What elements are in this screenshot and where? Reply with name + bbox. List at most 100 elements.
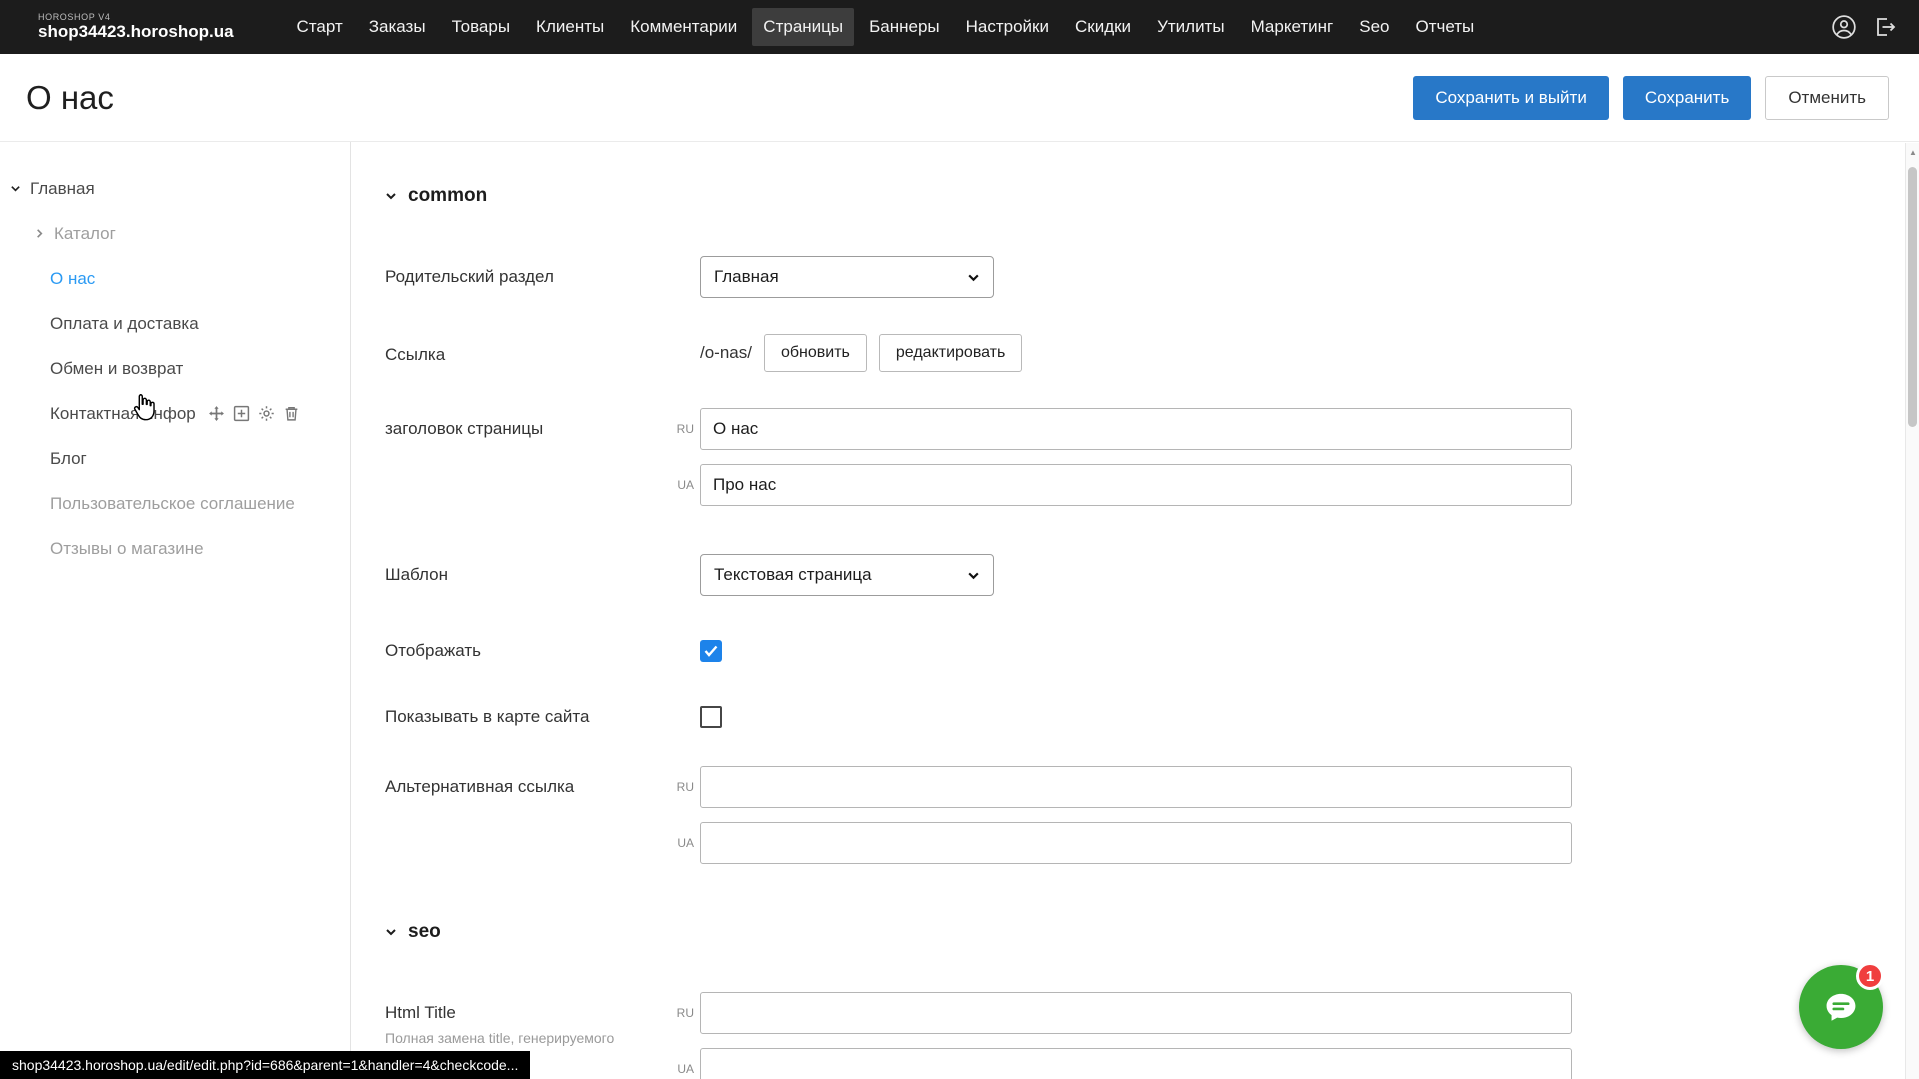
sidebar-item-polzovatelskoe-soglashenie[interactable]: Пользовательское соглашение <box>0 481 350 526</box>
menu-item-discounts[interactable]: Скидки <box>1064 8 1142 46</box>
header-actions: Сохранить и выйти Сохранить Отменить <box>1413 76 1889 120</box>
sidebar-item-katalog[interactable]: Каталог <box>0 211 350 256</box>
chat-unread-badge: 1 <box>1856 962 1884 990</box>
menu-item-utilities[interactable]: Утилиты <box>1146 8 1236 46</box>
sitemap-checkbox[interactable] <box>700 706 722 728</box>
parent-section-row: Родительский раздел Главная <box>385 256 1919 298</box>
top-navbar: HOROSHOP V4 shop34423.horoshop.ua Старт … <box>0 0 1919 54</box>
chevron-down-icon[interactable] <box>10 183 21 194</box>
menu-item-marketing[interactable]: Маркетинг <box>1240 8 1345 46</box>
sidebar-item-label: Отзывы о магазине <box>50 539 204 559</box>
tree-item-actions <box>208 405 300 422</box>
sidebar-item-o-nas[interactable]: О нас <box>0 256 350 301</box>
template-select[interactable]: Текстовая страница <box>700 554 994 596</box>
menu-item-start[interactable]: Старт <box>286 8 354 46</box>
html-title-hint: Полная замена title, генерируемого <box>385 1030 645 1046</box>
scrollbar-up-arrow[interactable]: ▲ <box>1909 148 1917 157</box>
html-title-label-text: Html Title <box>385 1003 700 1023</box>
chevron-down-icon <box>385 190 397 202</box>
alt-link-ru-input[interactable] <box>700 766 1572 808</box>
sidebar-item-label: Пользовательское соглашение <box>50 494 295 514</box>
sidebar-item-obmen-i-vozvrat[interactable]: Обмен и возврат <box>0 346 350 391</box>
menu-item-settings[interactable]: Настройки <box>955 8 1060 46</box>
lang-badge-ua: UA <box>668 478 694 492</box>
menu-item-seo[interactable]: Seo <box>1348 8 1400 46</box>
sidebar-item-oplata-i-dostavka[interactable]: Оплата и доставка <box>0 301 350 346</box>
link-refresh-button[interactable]: обновить <box>764 334 867 372</box>
body-layout: Главная Каталог О нас Оплата и доставка … <box>0 142 1919 1079</box>
sidebar-item-label: Обмен и возврат <box>50 359 183 379</box>
logout-icon[interactable] <box>1873 15 1897 39</box>
template-value: Текстовая страница <box>714 565 872 585</box>
sidebar-item-label: Оплата и доставка <box>50 314 199 334</box>
lang-badge-ua: UA <box>668 1062 694 1076</box>
html-title-ua-input[interactable] <box>700 1048 1572 1079</box>
user-account-icon[interactable] <box>1831 14 1857 40</box>
page-title-ru-input[interactable] <box>700 408 1572 450</box>
cancel-button[interactable]: Отменить <box>1765 76 1889 120</box>
chat-bubble-icon <box>1820 986 1862 1028</box>
sidebar-item-kontaktnaya-infor[interactable]: Контактная инфор <box>0 391 350 436</box>
vertical-scrollbar[interactable]: ▲ <box>1905 143 1919 1079</box>
menu-item-banners[interactable]: Баннеры <box>858 8 951 46</box>
display-label: Отображать <box>385 640 700 662</box>
brand-domain: shop34423.horoshop.ua <box>38 23 234 42</box>
sidebar-item-glavnaya[interactable]: Главная <box>0 166 350 211</box>
chevron-down-icon <box>385 926 397 938</box>
sitemap-label: Показывать в карте сайта <box>385 706 700 728</box>
link-label: Ссылка <box>385 334 700 372</box>
lang-badge-ru: RU <box>668 780 694 794</box>
horoshop-admin-screen: HOROSHOP V4 shop34423.horoshop.ua Старт … <box>0 0 1919 1079</box>
link-preview-statusbar: shop34423.horoshop.ua/edit/edit.php?id=6… <box>0 1051 530 1079</box>
delete-trash-icon[interactable] <box>283 405 300 422</box>
pages-tree-sidebar: Главная Каталог О нас Оплата и доставка … <box>0 142 351 1079</box>
display-checkbox[interactable] <box>700 640 722 662</box>
section-seo-header[interactable]: seo <box>385 920 1919 944</box>
sidebar-item-label: Блог <box>50 449 87 469</box>
menu-item-orders[interactable]: Заказы <box>358 8 437 46</box>
menu-item-clients[interactable]: Клиенты <box>525 8 615 46</box>
save-and-exit-button[interactable]: Сохранить и выйти <box>1413 76 1608 120</box>
alt-link-ua-input[interactable] <box>700 822 1572 864</box>
page-title-row: заголовок страницы RU UA <box>385 408 1919 506</box>
drag-move-icon[interactable] <box>208 405 225 422</box>
alt-link-label: Альтернативная ссылка <box>385 766 700 864</box>
sidebar-item-otzyvy-o-magazine[interactable]: Отзывы о магазине <box>0 526 350 571</box>
chat-launcher-button[interactable]: 1 <box>1799 965 1883 1049</box>
html-title-ru-input[interactable] <box>700 992 1572 1034</box>
link-edit-button[interactable]: редактировать <box>879 334 1022 372</box>
section-common-label: common <box>408 185 487 207</box>
template-label: Шаблон <box>385 554 700 596</box>
add-page-icon[interactable] <box>233 405 250 422</box>
chevron-right-icon[interactable] <box>34 228 45 239</box>
menu-item-pages[interactable]: Страницы <box>752 8 854 46</box>
alt-link-row: Альтернативная ссылка RU UA <box>385 766 1919 864</box>
link-row: Ссылка /o-nas/ обновить редактировать <box>385 334 1919 372</box>
check-icon <box>704 645 718 657</box>
brand-logo[interactable]: HOROSHOP V4 shop34423.horoshop.ua <box>38 13 234 42</box>
sidebar-item-label: Контактная инфор <box>50 404 196 424</box>
sidebar-item-blog[interactable]: Блог <box>0 436 350 481</box>
menu-item-comments[interactable]: Комментарии <box>619 8 748 46</box>
section-common-header[interactable]: common <box>385 184 1919 208</box>
top-menu: Старт Заказы Товары Клиенты Комментарии … <box>286 8 1486 46</box>
page-title-label: заголовок страницы <box>385 408 700 506</box>
parent-section-label: Родительский раздел <box>385 256 700 298</box>
scrollbar-thumb[interactable] <box>1908 167 1917 427</box>
section-seo-label: seo <box>408 921 441 943</box>
menu-item-reports[interactable]: Отчеты <box>1404 8 1485 46</box>
save-button[interactable]: Сохранить <box>1623 76 1751 120</box>
parent-section-value: Главная <box>714 267 779 287</box>
page-header: О нас Сохранить и выйти Сохранить Отмени… <box>0 54 1919 142</box>
topbar-right <box>1831 14 1897 40</box>
page-title-ua-input[interactable] <box>700 464 1572 506</box>
page-edit-form: common Родительский раздел Главная Ссылк… <box>351 142 1919 1079</box>
parent-section-select[interactable]: Главная <box>700 256 994 298</box>
html-title-row: Html Title Полная замена title, генериру… <box>385 992 1919 1079</box>
lang-badge-ru: RU <box>668 1006 694 1020</box>
link-path-value: /o-nas/ <box>700 343 752 363</box>
menu-item-products[interactable]: Товары <box>441 8 521 46</box>
sidebar-item-label: Каталог <box>54 224 116 244</box>
settings-gear-icon[interactable] <box>258 405 275 422</box>
lang-badge-ua: UA <box>668 836 694 850</box>
